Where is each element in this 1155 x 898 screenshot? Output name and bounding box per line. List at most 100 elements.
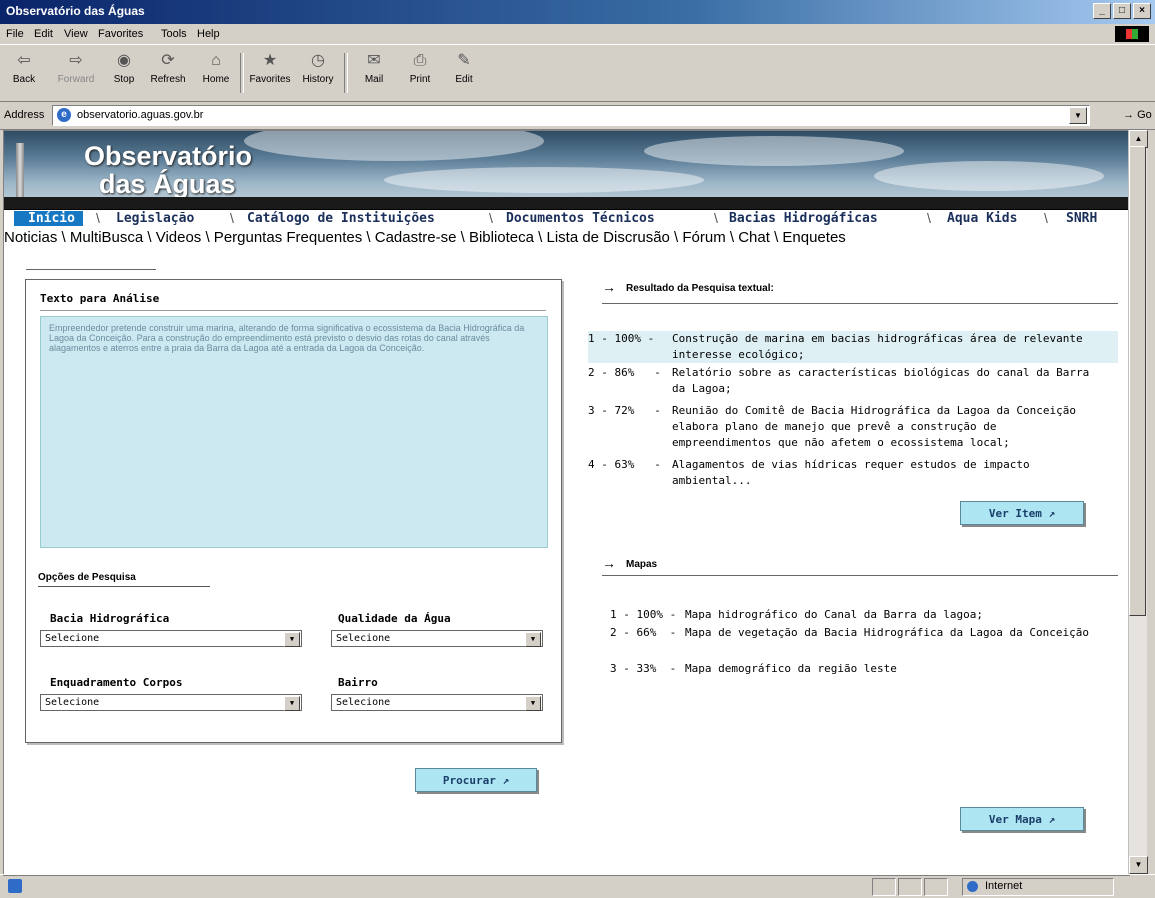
status-bar: Internet [0, 874, 1155, 898]
result-item[interactable]: 1 - 100% - Construção de marina em bacia… [588, 331, 1118, 363]
scroll-thumb[interactable] [1129, 146, 1146, 616]
mail-button[interactable]: ✉ Mail [352, 51, 396, 85]
favorites-label: Favorites [249, 74, 291, 85]
bairro-value: Selecione [336, 697, 391, 708]
print-button[interactable]: ⎙ Print [398, 51, 442, 85]
bacia-value: Selecione [45, 633, 100, 644]
result-score: 2 - 86% - [588, 366, 661, 379]
menu-file[interactable]: File [6, 28, 24, 40]
result-item[interactable]: 2 - 86% - Relatório sobre as característ… [588, 365, 1118, 397]
enquadramento-value: Selecione [45, 697, 100, 708]
arrow-right-icon: → [602, 279, 616, 295]
map-item[interactable]: 1 - 100% - Mapa hidrográfico do Canal da… [610, 607, 1120, 623]
forward-button[interactable]: ⇨ Forward [54, 51, 98, 85]
nav-legislacao[interactable]: Legislação [116, 211, 194, 226]
globe-icon [967, 881, 978, 892]
minimize-button[interactable]: _ [1093, 3, 1111, 19]
result-text: Reunião do Comitê de Bacia Hidrográfica … [672, 404, 1076, 449]
print-label: Print [409, 74, 431, 85]
refresh-label: Refresh [150, 74, 186, 85]
map-item[interactable]: 3 - 33% - Mapa demográfico da região les… [610, 661, 1120, 677]
address-bar: Address e observatorio.aguas.gov.br ▼ → … [0, 101, 1155, 130]
vertical-scrollbar[interactable]: ▲ ▼ [1128, 130, 1148, 874]
page-status-icon [8, 879, 22, 893]
page-icon: e [57, 108, 71, 122]
menu-tools[interactable]: Tools [161, 28, 187, 40]
nav-separator: \ [489, 210, 493, 226]
status-panel [924, 878, 948, 896]
analysis-textarea[interactable]: Empreendedor pretende construir uma mari… [40, 316, 548, 548]
qualidade-select[interactable]: Selecione ▼ [331, 630, 543, 647]
forward-arrow-icon: ⇨ [69, 52, 83, 69]
address-dropdown-button[interactable]: ▼ [1069, 107, 1087, 124]
arrow-right-icon: → [602, 555, 616, 571]
favorites-button[interactable]: ★ Favorites [248, 51, 292, 85]
zone-label: Internet [985, 880, 1023, 892]
scroll-down-button[interactable]: ▼ [1129, 856, 1148, 874]
forward-label: Forward [57, 74, 95, 85]
nav-documentos[interactable]: Documentos Técnicos [506, 211, 655, 226]
divider [602, 303, 1118, 304]
result-text: Construção de marina em bacias hidrográf… [672, 332, 1083, 361]
bairro-select[interactable]: Selecione ▼ [331, 694, 543, 711]
result-item[interactable]: 4 - 63% - Alagamentos de vias hídricas r… [588, 457, 1118, 489]
edit-button[interactable]: ✎ Edit [442, 51, 486, 85]
site-logo-line2: das Águas [99, 169, 236, 199]
qualidade-label: Qualidade da Água [338, 612, 451, 625]
enquadramento-select[interactable]: Selecione ▼ [40, 694, 302, 711]
menu-help[interactable]: Help [197, 28, 220, 40]
result-score: 1 - 100% - [588, 332, 655, 345]
mail-label: Mail [364, 74, 384, 85]
view-map-button[interactable]: Ver Mapa ↗ [960, 807, 1084, 831]
nav-bacias[interactable]: Bacias Hidrogáficas [729, 211, 878, 226]
divider [40, 310, 546, 311]
history-button[interactable]: ◷ History [296, 51, 340, 85]
nav-aqua-kids[interactable]: Aqua Kids [947, 211, 1017, 226]
chevron-down-icon: ▼ [525, 632, 541, 647]
secondary-nav[interactable]: Noticias \ MultiBusca \ Videos \ Pergunt… [4, 229, 1129, 251]
enquadramento-label: Enquadramento Corpos [50, 676, 183, 689]
search-button[interactable]: Procurar ↗ [415, 768, 537, 792]
result-item[interactable]: 3 - 72% - Reunião do Comitê de Bacia Hid… [588, 403, 1118, 451]
result-text: Alagamentos de vias hídricas requer estu… [672, 458, 1030, 487]
refresh-button[interactable]: ⟳ Refresh [146, 51, 190, 85]
refresh-icon: ⟳ [161, 52, 175, 69]
toolbar-separator [240, 53, 244, 93]
nav-separator: \ [230, 210, 234, 226]
windows-logo-icon [1115, 26, 1149, 42]
home-label: Home [202, 74, 230, 85]
address-field[interactable]: e observatorio.aguas.gov.br [52, 105, 1090, 126]
map-item[interactable]: 2 - 66% - Mapa de vegetação da Bacia Hid… [610, 625, 1120, 657]
favorites-icon: ★ [262, 52, 278, 69]
stop-label: Stop [113, 74, 135, 85]
back-button[interactable]: ⇦ Back [2, 51, 46, 85]
map-text: Mapa demográfico da região leste [685, 662, 897, 675]
nav-separator: \ [927, 210, 931, 226]
view-item-button[interactable]: Ver Item ↗ [960, 501, 1084, 525]
close-button[interactable]: × [1133, 3, 1151, 19]
menu-favorites[interactable]: Favorites [98, 28, 143, 40]
menu-edit[interactable]: Edit [34, 28, 53, 40]
edit-icon: ✎ [457, 52, 471, 69]
back-label: Back [12, 74, 36, 85]
site-logo-line1: Observatório [84, 141, 253, 171]
stop-icon: ◉ [117, 52, 131, 69]
chevron-down-icon: ▼ [284, 632, 300, 647]
maximize-button[interactable]: □ [1113, 3, 1131, 19]
map-text: Mapa hidrográfico do Canal da Barra da l… [685, 608, 984, 621]
map-text: Mapa de vegetação da Bacia Hidrográfica … [685, 626, 1089, 639]
chevron-down-icon: ▼ [284, 696, 300, 711]
home-button[interactable]: ⌂ Home [194, 51, 238, 85]
nav-snrh[interactable]: SNRH [1066, 211, 1097, 226]
go-button[interactable]: → Go [1123, 109, 1152, 121]
divider [38, 586, 210, 587]
nav-inicio[interactable]: Início [14, 211, 83, 226]
stop-button[interactable]: ◉ Stop [102, 51, 146, 85]
back-arrow-icon: ⇦ [17, 52, 31, 69]
go-label: Go [1137, 109, 1152, 121]
menu-view[interactable]: View [64, 28, 88, 40]
chevron-down-icon: ▼ [525, 696, 541, 711]
analysis-panel: Texto para Análise Empreendedor pretende… [25, 279, 562, 743]
bacia-select[interactable]: Selecione ▼ [40, 630, 302, 647]
nav-catalogo[interactable]: Catálogo de Instituições [247, 211, 435, 226]
